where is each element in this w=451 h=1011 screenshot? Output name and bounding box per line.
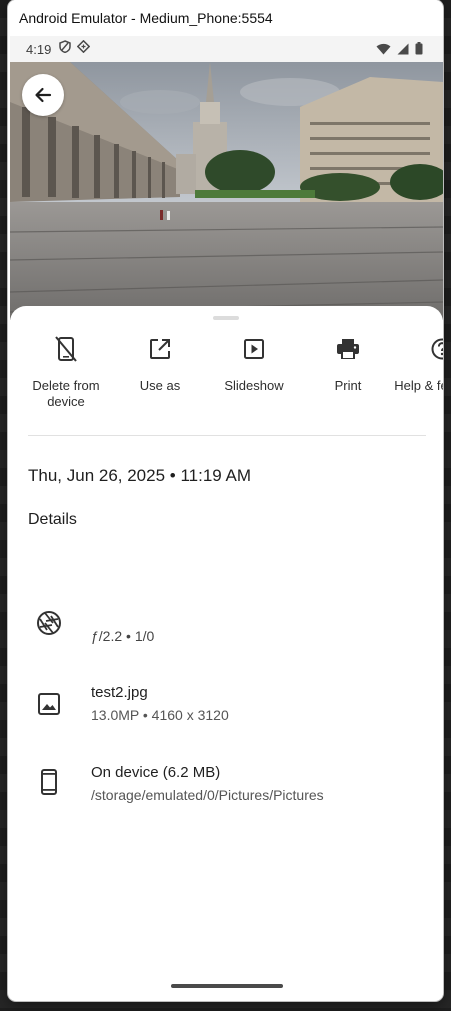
storage-location: On device (6.2 MB): [91, 764, 221, 781]
camera-exposure: ƒ/2.2 • 1/0: [91, 628, 155, 644]
print-button[interactable]: Print: [300, 336, 396, 394]
delete-device-icon: [18, 336, 114, 362]
use-as-button[interactable]: Use as: [112, 336, 208, 394]
status-time: 4:19: [26, 41, 52, 57]
action-label: Delete from device: [32, 378, 100, 409]
status-bar: 4:19: [10, 36, 443, 62]
aperture-icon: [36, 610, 62, 636]
camera-details-row: ƒ/2.2 • 1/0: [10, 606, 443, 646]
signal-icon: [397, 42, 409, 60]
file-name: test2.jpg: [91, 684, 148, 701]
action-label: Help & feedback: [394, 378, 443, 393]
open-external-icon: [112, 336, 208, 362]
storage-path: /storage/emulated/0/Pictures/Pictures: [91, 787, 324, 803]
delete-from-device-button[interactable]: Delete from device: [18, 336, 114, 410]
help-icon: [394, 336, 443, 362]
back-button[interactable]: [22, 74, 64, 116]
storage-details-row: On device (6.2 MB) /storage/emulated/0/P…: [10, 764, 443, 808]
action-label: Print: [334, 378, 362, 393]
shield-icon: [59, 40, 72, 58]
slideshow-icon: [206, 336, 302, 362]
battery-icon: [415, 42, 423, 60]
file-resolution: 13.0MP • 4160 x 3120: [91, 707, 229, 723]
action-label: Use as: [139, 378, 181, 393]
file-details-row: test2.jpg 13.0MP • 4160 x 3120: [10, 684, 443, 728]
action-row: Delete from device Use as Slideshow Prin…: [10, 336, 443, 446]
help-feedback-button[interactable]: Help & feedback: [394, 336, 443, 394]
photo-preview[interactable]: [10, 62, 443, 320]
sheet-drag-handle[interactable]: [213, 316, 239, 320]
details-heading: Details: [28, 511, 77, 528]
wifi-icon: [376, 42, 391, 60]
emulator-window: Android Emulator - Medium_Phone:5554 4:1…: [8, 0, 443, 1001]
slideshow-button[interactable]: Slideshow: [206, 336, 302, 394]
action-label: Slideshow: [224, 378, 284, 393]
emulator-titlebar[interactable]: Android Emulator - Medium_Phone:5554: [8, 0, 443, 36]
photo-date-time: Thu, Jun 26, 2025 • 11:19 AM: [28, 466, 252, 485]
print-icon: [300, 336, 396, 362]
image-icon: [36, 691, 62, 717]
device-screen: 4:19 Delete from device Use as Slideshow…: [10, 36, 443, 998]
gesture-nav-handle[interactable]: [171, 984, 283, 988]
emulator-title: Android Emulator - Medium_Phone:5554: [19, 10, 273, 26]
arrow-back-icon: [35, 87, 52, 103]
vpn-diamond-icon: [77, 39, 91, 58]
divider: [28, 435, 426, 436]
phone-icon: [36, 769, 62, 795]
info-bottom-sheet: Delete from device Use as Slideshow Prin…: [10, 306, 443, 998]
